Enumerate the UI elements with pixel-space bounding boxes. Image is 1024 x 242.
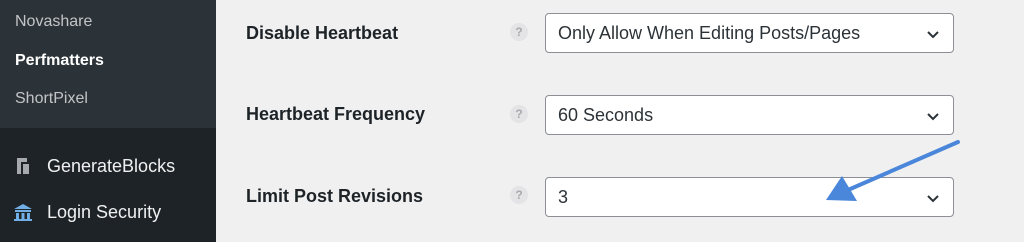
heartbeat-frequency-value: 60 Seconds — [558, 104, 654, 125]
heartbeat-frequency-label: Heartbeat Frequency — [246, 104, 426, 124]
menu-item-login-security[interactable]: Login Security — [0, 192, 216, 232]
menu-item-label: Login Security — [47, 201, 162, 222]
submenu-item-shortpixel[interactable]: ShortPixel — [15, 90, 88, 108]
disable-heartbeat-value: Only Allow When Editing Posts/Pages — [558, 22, 861, 43]
settings-submenu: Novashare Perfmatters ShortPixel — [0, 0, 216, 128]
admin-sidebar: Novashare Perfmatters ShortPixel Generat… — [0, 0, 216, 242]
chevron-down-icon — [927, 31, 939, 39]
chevron-down-icon — [927, 113, 939, 121]
limit-post-revisions-value: 3 — [558, 186, 569, 207]
heartbeat-frequency-select[interactable]: 60 Seconds — [545, 95, 954, 135]
menu-item-generateblocks[interactable]: GenerateBlocks — [0, 146, 216, 186]
disable-heartbeat-help-icon[interactable]: ? — [510, 23, 528, 41]
chevron-down-icon — [927, 195, 939, 203]
limit-post-revisions-select[interactable]: 3 — [545, 177, 954, 217]
menu-item-label: GenerateBlocks — [47, 155, 176, 176]
submenu-item-novashare[interactable]: Novashare — [15, 13, 92, 31]
limit-post-revisions-label: Limit Post Revisions — [246, 186, 424, 206]
heartbeat-frequency-help-icon[interactable]: ? — [510, 105, 528, 123]
generateblocks-icon — [12, 155, 34, 177]
submenu-item-perfmatters[interactable]: Perfmatters — [15, 52, 104, 70]
disable-heartbeat-label: Disable Heartbeat — [246, 23, 399, 43]
login-security-icon — [12, 201, 34, 223]
disable-heartbeat-select[interactable]: Only Allow When Editing Posts/Pages — [545, 13, 954, 53]
settings-panel: Disable Heartbeat ? Only Allow When Edit… — [216, 0, 1024, 242]
limit-post-revisions-help-icon[interactable]: ? — [510, 186, 528, 204]
